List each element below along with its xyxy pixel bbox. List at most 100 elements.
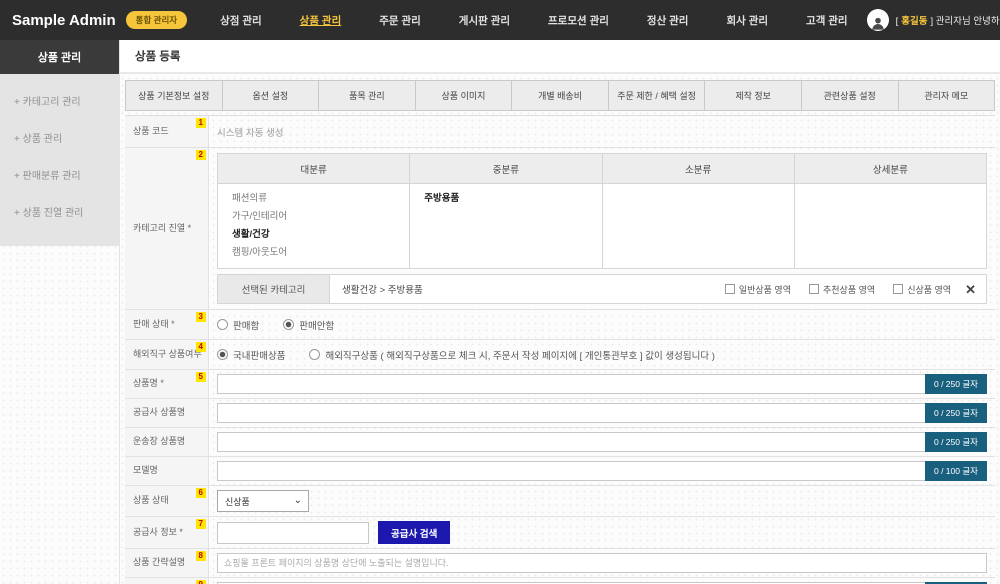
num-badge-5: 5	[196, 372, 206, 382]
radio-overseas[interactable]: 해외직구상품 ( 해외직구상품으로 체크 시, 주문서 작성 페이지에 [ 개인…	[309, 348, 714, 362]
tab-related-products[interactable]: 관련상품 설정	[801, 80, 899, 111]
sidebar-title: 상품 관리	[0, 40, 119, 74]
radio-checked-icon[interactable]	[217, 349, 228, 360]
select-value: 신상품	[225, 495, 250, 508]
tab-option-settings[interactable]: 옵션 설정	[222, 80, 320, 111]
row-supplier-product-name: 공급사 상품명 0 / 250 글자	[125, 399, 995, 428]
input-wrap	[217, 553, 987, 573]
radio-on-sale[interactable]: 판매함	[217, 318, 259, 332]
checkbox-icon[interactable]	[725, 284, 735, 294]
checkbox-new-area[interactable]: 신상품 영역	[893, 283, 951, 296]
sidebar-item-sales-class-management[interactable]: + 판매분류 관리	[0, 156, 119, 193]
nav-item-product[interactable]: 상품 관리	[281, 13, 361, 28]
tab-item-management[interactable]: 품목 관리	[318, 80, 416, 111]
nav-item-settlement[interactable]: 정산 관리	[628, 13, 708, 28]
num-badge-4: 4	[196, 342, 206, 352]
label-product-code: 상품 코드 1	[125, 116, 209, 147]
char-counter-badge: 0 / 100 글자	[925, 461, 987, 481]
chevron-down-icon: ⌄	[294, 496, 302, 506]
main-content: 상품 등록 상품 기본정보 설정 옵션 설정 품목 관리 상품 이미지 개별 배…	[120, 40, 1000, 584]
checkbox-general-area[interactable]: 일반상품 영역	[725, 283, 791, 296]
label-text: 상품 코드	[133, 126, 169, 137]
label-text: 공급사 상품명	[133, 407, 185, 418]
main-category-list: 패션의류 가구/인테리어 생활/건강 캠핑/아웃도어	[218, 184, 409, 268]
tab-admin-memo[interactable]: 관리자 메모	[898, 80, 996, 111]
role-badge[interactable]: 통합 관리자	[126, 11, 187, 29]
radio-not-on-sale[interactable]: 판매안함	[283, 318, 334, 332]
checkbox-icon[interactable]	[809, 284, 819, 294]
list-item[interactable]: 패션의류	[232, 190, 395, 208]
product-condition-select[interactable]: 신상품 ⌄	[217, 490, 309, 512]
checkbox-label: 일반상품 영역	[739, 283, 791, 296]
col-header-mid-category: 중분류	[409, 154, 601, 183]
label-text: 상품 상태	[133, 495, 169, 506]
brief-desc-input[interactable]	[217, 553, 987, 573]
col-header-detail-category: 상세분류	[794, 154, 986, 183]
char-counter-badge: 0 / 250 글자	[925, 403, 987, 423]
category-table-header: 대분류 중분류 소분류 상세분류	[218, 154, 986, 184]
col-header-sub-category: 소분류	[602, 154, 794, 183]
nav-item-order[interactable]: 주문 관리	[360, 13, 440, 28]
label-brief-desc: 상품 간략설명 8	[125, 549, 209, 577]
radio-domestic[interactable]: 국내판매상품	[217, 348, 285, 362]
tab-production-info[interactable]: 제작 정보	[704, 80, 802, 111]
nav-item-promotion[interactable]: 프로모션 관리	[529, 13, 628, 28]
label-text: 해외직구 상품여부	[133, 349, 202, 360]
product-name-value: 0 / 250 글자	[209, 370, 995, 398]
nav-item-customer[interactable]: 고객 관리	[787, 13, 867, 28]
list-item-selected[interactable]: 주방용품	[424, 190, 587, 208]
category-table: 대분류 중분류 소분류 상세분류 패션의류 가구/인테리어 생활/건강	[217, 153, 987, 269]
nav-item-board[interactable]: 게시판 관리	[440, 13, 529, 28]
checkbox-recommend-area[interactable]: 추천상품 영역	[809, 283, 875, 296]
user-name: 홍길동	[898, 16, 930, 27]
sidebar-item-display-management[interactable]: + 상품 진열 관리	[0, 193, 119, 230]
close-icon[interactable]: ✕	[965, 283, 976, 296]
row-waybill-product-name: 운송장 상품명 0 / 250 글자	[125, 428, 995, 457]
radio-label: 국내판매상품	[233, 348, 285, 362]
num-badge-6: 6	[196, 488, 206, 498]
model-name-input[interactable]	[217, 461, 987, 481]
radio-icon[interactable]	[217, 319, 228, 330]
tab-basic-info[interactable]: 상품 기본정보 설정	[125, 80, 223, 111]
sidebar-item-product-management[interactable]: + 상품 관리	[0, 119, 119, 156]
row-product-code: 상품 코드 1 시스템 자동 생성	[125, 116, 995, 148]
list-item-selected[interactable]: 생활/건강	[232, 226, 395, 244]
top-header: Sample Admin 통합 관리자 상점 관리 상품 관리 주문 관리 게시…	[0, 0, 1000, 40]
waybill-product-name-input[interactable]	[217, 432, 987, 452]
label-text: 공급사 정보 *	[133, 527, 183, 538]
admin-app: Sample Admin 통합 관리자 상점 관리 상품 관리 주문 관리 게시…	[0, 0, 1000, 584]
checkbox-label: 추천상품 영역	[823, 283, 875, 296]
label-text: 카테고리 진열 *	[133, 223, 191, 234]
product-code-value: 시스템 자동 생성	[209, 116, 995, 147]
list-item[interactable]: 가구/인테리어	[232, 208, 395, 226]
label-text: 상품 간략설명	[133, 557, 185, 568]
list-item[interactable]: 캠핑/아웃도어	[232, 244, 395, 262]
radio-label: 판매함	[233, 318, 259, 332]
display-area-options: 일반상품 영역 추천상품 영역 신상품 영역 ✕	[707, 283, 976, 296]
supplier-info-input[interactable]	[217, 522, 369, 544]
product-name-input[interactable]	[217, 374, 987, 394]
supplier-search-button[interactable]: 공급사 검색	[378, 521, 450, 544]
row-brief-desc: 상품 간략설명 8	[125, 549, 995, 578]
radio-checked-icon[interactable]	[283, 319, 294, 330]
tab-individual-shipping[interactable]: 개별 배송비	[511, 80, 609, 111]
tab-bar: 상품 기본정보 설정 옵션 설정 품목 관리 상품 이미지 개별 배송비 주문 …	[125, 80, 995, 111]
supplier-product-name-input[interactable]	[217, 403, 987, 423]
selected-category-bar: 선택된 카테고리 생활건강 > 주방용품 일반상품 영역 추천상품 영역 신상품…	[217, 274, 987, 304]
body-wrap: 상품 관리 + 카테고리 관리 + 상품 관리 + 판매분류 관리 + 상품 진…	[0, 40, 1000, 584]
tab-order-limit-benefit[interactable]: 주문 제한 / 혜택 설정	[608, 80, 706, 111]
sidebar-item-category-management[interactable]: + 카테고리 관리	[0, 82, 119, 119]
mid-category-list: 주방용품	[409, 184, 601, 268]
nav-item-store[interactable]: 상점 관리	[201, 13, 281, 28]
search-keywords-value: 0 / 400 글자	[209, 578, 995, 584]
label-waybill-product-name: 운송장 상품명	[125, 428, 209, 456]
nav-item-company[interactable]: 회사 관리	[707, 13, 787, 28]
label-text: 상품명 *	[133, 378, 164, 389]
tab-product-image[interactable]: 상품 이미지	[415, 80, 513, 111]
supplier-product-name-value: 0 / 250 글자	[209, 399, 995, 427]
page-title: 상품 등록	[120, 40, 1000, 74]
category-table-body: 패션의류 가구/인테리어 생활/건강 캠핑/아웃도어 주방용품	[218, 184, 986, 268]
radio-icon[interactable]	[309, 349, 320, 360]
model-name-value: 0 / 100 글자	[209, 457, 995, 485]
checkbox-icon[interactable]	[893, 284, 903, 294]
